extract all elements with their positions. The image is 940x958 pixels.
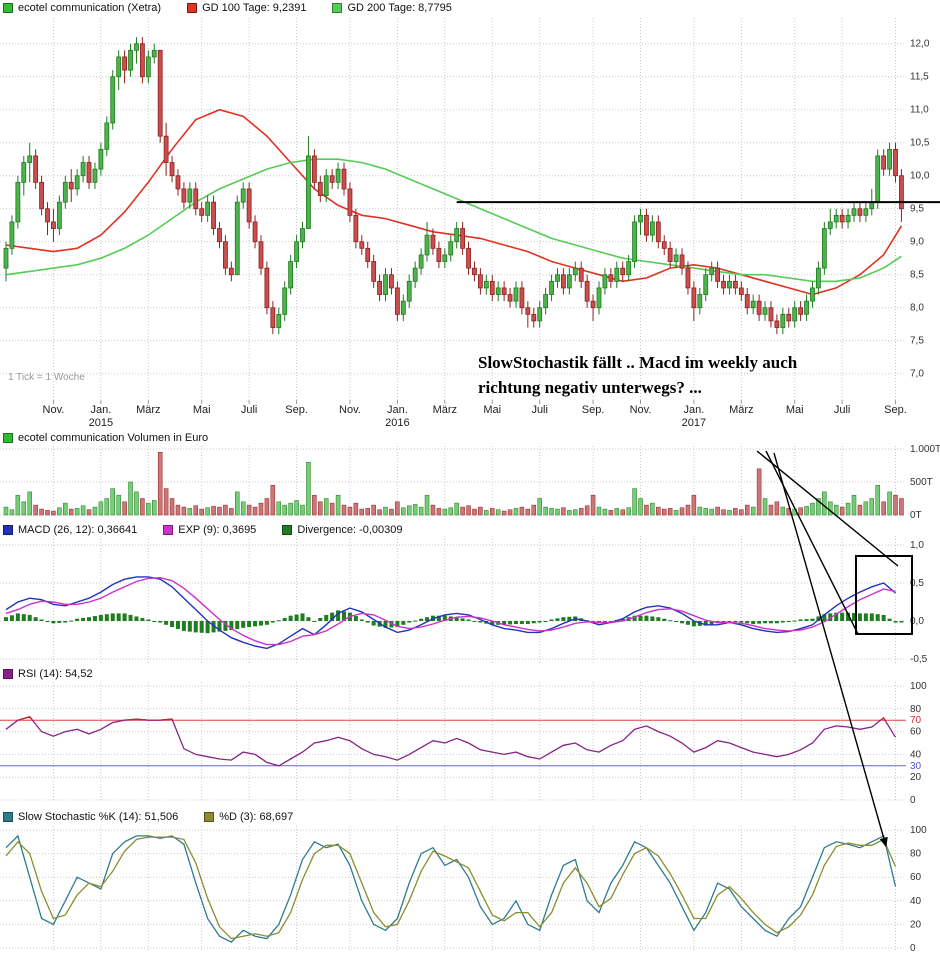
svg-text:7,0: 7,0: [910, 369, 924, 380]
svg-text:Mai: Mai: [786, 404, 804, 416]
macd-legend: MACD (26, 12): 0,36641 EXP (9): 0,3695 D…: [3, 524, 429, 536]
svg-text:März: März: [729, 404, 753, 416]
volume-label: ecotel communication Volumen in Euro: [18, 432, 209, 444]
svg-text:Juli: Juli: [241, 404, 258, 416]
svg-text:Nov.: Nov.: [339, 404, 361, 416]
svg-text:Jan.: Jan.: [90, 404, 111, 416]
svg-text:Juli: Juli: [834, 404, 851, 416]
svg-text:9,5: 9,5: [910, 204, 924, 215]
legend-item-rsi: RSI (14): 54,52: [3, 668, 93, 680]
svg-text:0T: 0T: [910, 510, 922, 521]
tick-note: 1 Tick = 1 Woche: [8, 372, 85, 383]
svg-text:0: 0: [910, 795, 916, 806]
legend-item-gd100: GD 100 Tage: 9,2391: [187, 2, 306, 14]
legend-item-exp: EXP (9): 0,3695: [163, 524, 256, 536]
svg-text:2015: 2015: [89, 417, 113, 429]
svg-text:11,0: 11,0: [910, 105, 929, 116]
svg-text:80: 80: [910, 849, 922, 860]
svg-text:20: 20: [910, 919, 922, 930]
svg-text:2016: 2016: [385, 417, 409, 429]
gd200-swatch: [332, 3, 343, 13]
svg-text:7,5: 7,5: [910, 336, 924, 347]
svg-text:60: 60: [910, 872, 922, 883]
legend-item-series: ecotel communication (Xetra): [3, 2, 161, 14]
svg-text:Nov.: Nov.: [43, 404, 65, 416]
svg-text:100: 100: [910, 825, 927, 836]
exp-label: EXP (9): 0,3695: [178, 524, 257, 536]
exp-swatch: [163, 525, 174, 535]
svg-text:Sep.: Sep.: [285, 404, 308, 416]
volume-legend: ecotel communication Volumen in Euro: [3, 432, 234, 444]
svg-text:Nov.: Nov.: [630, 404, 652, 416]
svg-text:70: 70: [910, 715, 922, 726]
svg-text:11,5: 11,5: [910, 72, 929, 83]
svg-text:Sep.: Sep.: [582, 404, 605, 416]
svg-text:März: März: [433, 404, 457, 416]
stoch-d-label: %D (3): 68,697: [219, 811, 294, 823]
legend-item-volume: ecotel communication Volumen in Euro: [3, 432, 208, 444]
svg-text:8,5: 8,5: [910, 270, 924, 281]
series-label: ecotel communication (Xetra): [18, 2, 162, 14]
svg-text:Mai: Mai: [483, 404, 501, 416]
svg-text:Mai: Mai: [193, 404, 211, 416]
svg-text:10,5: 10,5: [910, 138, 930, 149]
svg-text:März: März: [136, 404, 160, 416]
macd-label: MACD (26, 12): 0,36641: [18, 524, 138, 536]
svg-text:500T: 500T: [910, 477, 933, 488]
price-legend: ecotel communication (Xetra) GD 100 Tage…: [3, 2, 478, 14]
legend-item-stoch-d: %D (3): 68,697: [204, 811, 293, 823]
legend-item-macd: MACD (26, 12): 0,36641: [3, 524, 137, 536]
svg-text:1.000T: 1.000T: [910, 444, 940, 455]
stoch-k-swatch: [3, 812, 13, 822]
macd-swatch: [3, 525, 13, 535]
rsi-swatch: [3, 669, 13, 679]
svg-text:100: 100: [910, 681, 927, 692]
svg-text:Sep.: Sep.: [884, 404, 907, 416]
handwritten-annotation: SlowStochastik fällt .. Macd im weekly a…: [478, 351, 797, 400]
volume-swatch: [3, 433, 13, 443]
rsi-label: RSI (14): 54,52: [18, 668, 93, 680]
legend-item-stoch-k: Slow Stochastic %K (14): 51,506: [3, 811, 178, 823]
stock-chart-page: 12,0 11,5 11,0 10,5 10,0 9,5 9,0 8,5 8,0 7,5 7,0 1.…: [0, 0, 940, 958]
divergence-swatch: [282, 525, 293, 535]
stochastic-legend: Slow Stochastic %K (14): 51,506 %D (3): …: [3, 811, 319, 823]
svg-text:8,0: 8,0: [910, 303, 924, 314]
gd100-label: GD 100 Tage: 9,2391: [202, 2, 307, 14]
stoch-d-swatch: [204, 812, 215, 822]
svg-text:Jan.: Jan.: [387, 404, 408, 416]
gd100-swatch: [187, 3, 198, 13]
legend-item-divergence: Divergence: -0,00309: [282, 524, 403, 536]
svg-text:20: 20: [910, 772, 922, 783]
legend-item-gd200: GD 200 Tage: 8,7795: [332, 2, 452, 14]
svg-text:2017: 2017: [682, 417, 706, 429]
svg-text:Jan.: Jan.: [683, 404, 704, 416]
rsi-legend: RSI (14): 54,52: [3, 668, 119, 680]
annotation-line-2: richtung negativ unterwegs? ...: [478, 377, 702, 397]
svg-text:-0,5: -0,5: [910, 654, 928, 665]
svg-text:0: 0: [910, 943, 916, 954]
svg-text:40: 40: [910, 749, 922, 760]
svg-text:Juli: Juli: [531, 404, 548, 416]
series-swatch: [3, 3, 13, 13]
svg-text:9,0: 9,0: [910, 237, 924, 248]
annotation-line-1: SlowStochastik fällt .. Macd im weekly a…: [478, 353, 798, 372]
svg-text:40: 40: [910, 896, 922, 907]
stoch-k-label: Slow Stochastic %K (14): 51,506: [18, 811, 179, 823]
gd200-label: GD 200 Tage: 8,7795: [347, 2, 452, 14]
svg-text:1,0: 1,0: [910, 540, 924, 551]
svg-text:10,0: 10,0: [910, 171, 930, 182]
divergence-label: Divergence: -0,00309: [297, 524, 403, 536]
svg-text:60: 60: [910, 727, 922, 738]
svg-text:12,0: 12,0: [910, 39, 930, 50]
svg-text:30: 30: [910, 761, 922, 772]
svg-text:80: 80: [910, 704, 922, 715]
